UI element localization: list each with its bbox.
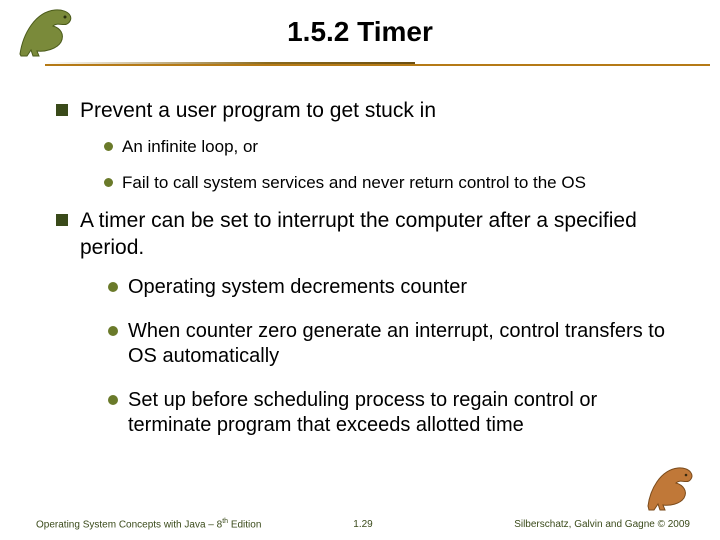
bullet-text: Operating system decrements counter xyxy=(128,276,467,298)
footer-left-text-b: Edition xyxy=(228,519,261,530)
bullet-item: An infinite loop, or xyxy=(108,136,680,158)
bullet-text: An infinite loop, or xyxy=(122,137,258,156)
footer-center: 1.29 xyxy=(353,519,372,530)
bullet-item: Set up before scheduling process to rega… xyxy=(112,388,680,439)
slide-title: 1.5.2 Timer xyxy=(40,10,680,48)
footer-left-text-a: Operating System Concepts with Java – 8 xyxy=(36,519,222,530)
bullet-item: A timer can be set to interrupt the comp… xyxy=(62,208,680,438)
bullet-text: When counter zero generate an interrupt,… xyxy=(128,320,665,368)
slide-header: 1.5.2 Timer xyxy=(40,10,680,70)
title-underline xyxy=(0,62,720,68)
bullet-list-level2: Operating system decrements counter When… xyxy=(80,275,680,439)
bullet-item: Operating system decrements counter xyxy=(112,275,680,301)
bullet-item: When counter zero generate an interrupt,… xyxy=(112,319,680,370)
dinosaur-bottom-right-icon xyxy=(644,464,702,512)
bullet-item: Fail to call system services and never r… xyxy=(108,172,680,194)
slide-body: Prevent a user program to get stuck in A… xyxy=(40,70,680,439)
slide-footer: Operating System Concepts with Java – 8t… xyxy=(36,518,690,530)
footer-right: Silberschatz, Galvin and Gagne © 2009 xyxy=(514,519,690,530)
bullet-text: Fail to call system services and never r… xyxy=(122,173,586,192)
dinosaur-top-left-icon xyxy=(15,4,85,59)
bullet-list-level2: An infinite loop, or Fail to call system… xyxy=(80,136,680,194)
bullet-list-level1: Prevent a user program to get stuck in A… xyxy=(40,98,680,439)
bullet-text: Set up before scheduling process to rega… xyxy=(128,389,597,437)
bullet-item: Prevent a user program to get stuck in A… xyxy=(62,98,680,194)
footer-left: Operating System Concepts with Java – 8t… xyxy=(36,518,261,530)
slide: 1.5.2 Timer Prevent a user program to ge… xyxy=(0,0,720,540)
bullet-text: Prevent a user program to get stuck in xyxy=(80,99,436,122)
bullet-text: A timer can be set to interrupt the comp… xyxy=(80,209,637,258)
